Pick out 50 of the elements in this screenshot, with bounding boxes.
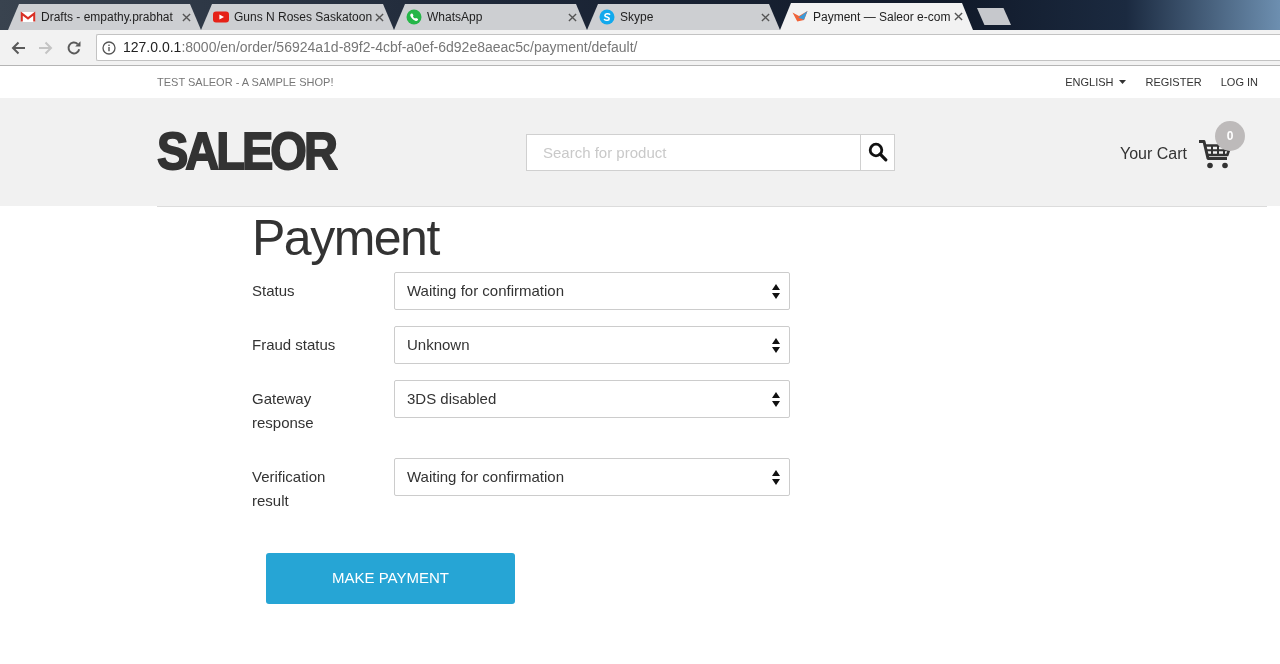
left-arrow-icon bbox=[10, 39, 26, 56]
field-label: Status bbox=[252, 281, 296, 301]
close-icon[interactable] bbox=[375, 12, 384, 22]
browser-tab[interactable]: Drafts - empathy.prabhat bbox=[8, 4, 201, 30]
sort-arrows-icon bbox=[772, 469, 780, 485]
field-label: Fraud status bbox=[252, 335, 337, 355]
dropdown-select[interactable]: Unknown bbox=[394, 326, 790, 364]
tab-title: Drafts - empathy.prabhat bbox=[41, 9, 174, 26]
close-icon[interactable] bbox=[568, 12, 577, 22]
sort-arrows-icon bbox=[772, 337, 780, 353]
circle-logo-icon bbox=[599, 9, 615, 25]
play-icon bbox=[213, 9, 229, 25]
new-tab-button[interactable] bbox=[977, 8, 1011, 25]
tab-title: Payment — Saleor e-com bbox=[813, 8, 949, 26]
shop-tagline: TEST SALEOR - A SAMPLE SHOP! bbox=[157, 74, 334, 90]
close-icon[interactable] bbox=[182, 12, 191, 22]
close-icon[interactable] bbox=[761, 12, 770, 22]
close-icon[interactable] bbox=[954, 12, 963, 21]
site-logo[interactable]: SALEOR bbox=[157, 128, 335, 173]
tab-title: Guns N Roses Saskatoon bbox=[234, 9, 370, 26]
dropdown-select[interactable]: Waiting for confirmation bbox=[394, 272, 790, 310]
sort-arrows-icon bbox=[772, 391, 780, 407]
cart-icon[interactable] bbox=[1198, 139, 1232, 169]
dropdown-select[interactable]: 3DS disabled bbox=[394, 380, 790, 418]
cart-link[interactable]: Your Cart bbox=[1120, 142, 1187, 166]
browser-tab[interactable]: Guns N Roses Saskatoon bbox=[201, 4, 394, 30]
url-text: 127.0.0.1:8000/en/order/56924a1d-89f2-4cbf-a0ef-6d92e8aeac5c/payment/default/ bbox=[123, 38, 638, 57]
right-arrow-icon bbox=[38, 39, 54, 56]
info-icon[interactable] bbox=[102, 40, 116, 55]
cart-count-badge: 0 bbox=[1215, 121, 1245, 151]
sort-arrows-icon bbox=[772, 283, 780, 299]
search-button[interactable] bbox=[860, 133, 895, 171]
browser-tab[interactable]: Skype bbox=[587, 4, 780, 30]
header-link[interactable]: LOG IN bbox=[1220, 73, 1258, 91]
language-dropdown[interactable]: ENGLISH bbox=[1065, 73, 1127, 91]
header-link[interactable]: REGISTER bbox=[1145, 73, 1202, 91]
caret-icon bbox=[1119, 80, 1127, 84]
tab-title: Skype bbox=[620, 9, 655, 26]
search-icon bbox=[867, 142, 888, 162]
field-label: Gateway response bbox=[252, 389, 315, 433]
envelope-icon bbox=[20, 9, 36, 25]
tab-title: WhatsApp bbox=[427, 9, 484, 26]
phone-icon bbox=[406, 9, 422, 25]
reload-icon bbox=[66, 39, 82, 56]
browser-tab[interactable]: Payment — Saleor e-com bbox=[780, 3, 973, 30]
browser-tab[interactable]: WhatsApp bbox=[394, 4, 587, 30]
address-bar[interactable]: 127.0.0.1:8000/en/order/56924a1d-89f2-4cbf-a0ef-6d92e8aeac5c/payment/default/ bbox=[96, 34, 1280, 61]
field-label: Verification result bbox=[252, 467, 327, 511]
dropdown-select[interactable]: Waiting for confirmation bbox=[394, 458, 790, 496]
page-title: Payment bbox=[252, 211, 439, 266]
